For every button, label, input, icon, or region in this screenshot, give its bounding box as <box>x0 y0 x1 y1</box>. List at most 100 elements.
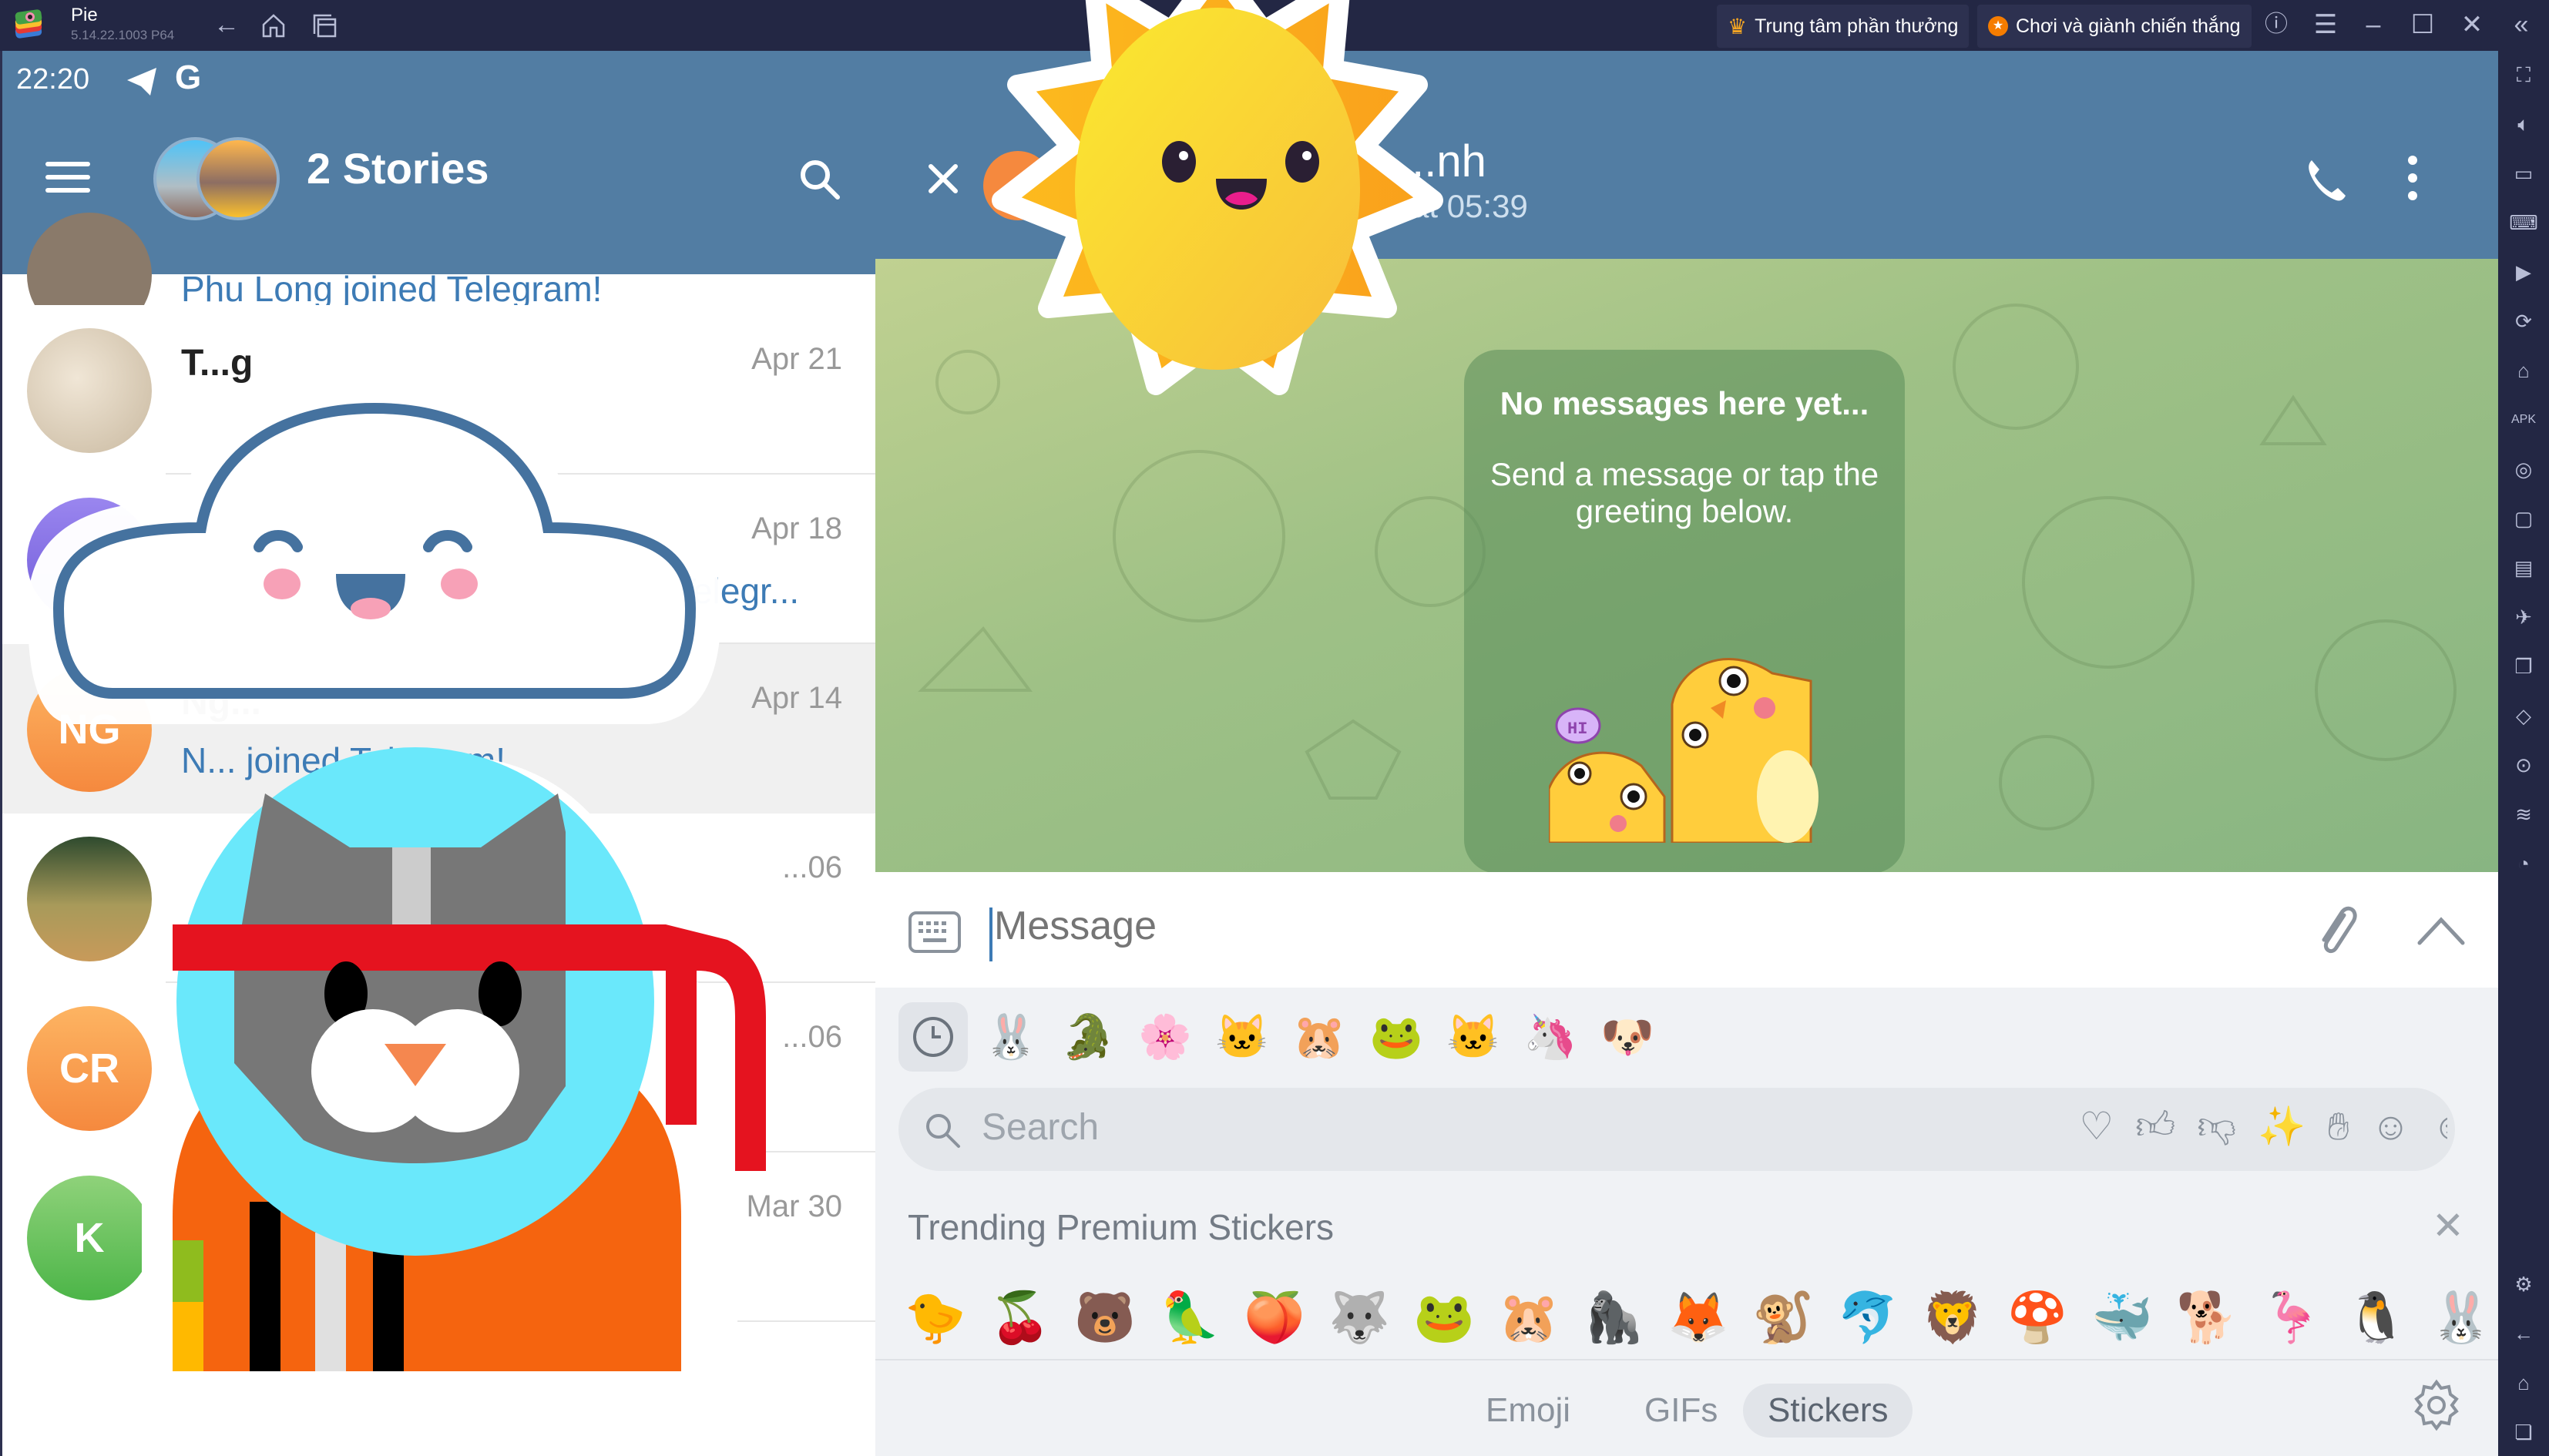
sticker-category-icons: ♡ 👍︎ 👎︎ ✨ ✋︎ ☺ ☺ <box>2079 1103 2447 1149</box>
trending-sticker[interactable]: 🐻 <box>1068 1280 1142 1354</box>
minimize-icon[interactable]: – <box>2356 9 2390 40</box>
chat-last-message: Phu Long joined Telegram! <box>181 269 603 309</box>
trending-sticker[interactable]: 🍑 <box>1238 1280 1311 1354</box>
layers-icon[interactable]: ≋ <box>2507 798 2540 830</box>
trending-sticker[interactable]: 🦁 <box>1916 1280 1990 1354</box>
trending-sticker[interactable]: 🐬 <box>1831 1280 1905 1354</box>
sticker-pack-icon[interactable]: 🐰 <box>977 1003 1045 1071</box>
sticker-search-placeholder: Search <box>982 1107 1100 1148</box>
chevron-up-icon[interactable] <box>2416 915 2466 946</box>
menu-button[interactable] <box>45 162 90 193</box>
trending-sticker[interactable]: 🐧 <box>2339 1280 2413 1354</box>
avatar <box>27 837 152 961</box>
greeting-sticker[interactable]: HI <box>1549 635 1819 843</box>
recent-apps-icon[interactable]: ❏ <box>2507 1416 2540 1448</box>
rotate-icon[interactable]: ⟳ <box>2507 305 2540 337</box>
crown-icon: ♛ <box>1728 14 1748 39</box>
fullscreen-icon[interactable]: ⛶ <box>2507 59 2540 91</box>
chat-date: Apr 21 <box>751 342 842 376</box>
sticker-pack-icon[interactable]: 🐹 <box>1285 1003 1353 1071</box>
search-icon[interactable] <box>796 156 842 202</box>
trending-sticker[interactable]: 🐺 <box>1322 1280 1396 1354</box>
sticker-pack-icon[interactable]: 🐶 <box>1594 1003 1661 1071</box>
airplane-mode-icon[interactable]: ✈ <box>2507 601 2540 633</box>
sticker-search-box[interactable]: Search ♡ 👍︎ 👎︎ ✨ ✋︎ ☺ ☺ <box>898 1088 2455 1171</box>
apk-install-icon[interactable]: APK <box>2507 404 2540 436</box>
screen-record-icon[interactable]: ▢ <box>2507 502 2540 535</box>
sticker-pack-icon[interactable]: 🐊 <box>1054 1003 1122 1071</box>
volume-icon[interactable]: 🔈︎ <box>2507 108 2540 140</box>
heart-icon[interactable]: ♡ <box>2079 1104 2114 1149</box>
trending-sticker[interactable]: 🦍 <box>1577 1280 1651 1354</box>
menu-icon[interactable]: ☰ <box>2309 9 2342 40</box>
empty-chat-subtitle: Send a message or tap the greeting below… <box>1489 456 1879 529</box>
play-and-win-button[interactable]: ★ Chơi và giành chiến thắng <box>1977 5 2252 48</box>
performance-icon[interactable]: ◔ <box>2507 847 2540 880</box>
trending-sticker[interactable]: 🦜 <box>1153 1280 1227 1354</box>
trending-sticker[interactable]: 🐹 <box>1492 1280 1566 1354</box>
chat-name: T...g <box>181 343 254 384</box>
home-icon[interactable]: ⌂ <box>2507 1367 2540 1399</box>
more-categories-icon[interactable]: ☺ <box>2432 1104 2447 1149</box>
sticker-pack-icon[interactable]: 🦄 <box>1516 1003 1584 1071</box>
tab-stickers[interactable]: Stickers <box>1743 1384 1913 1438</box>
text-caret <box>989 907 992 961</box>
rewards-label: Trung tâm phần thưởng <box>1755 15 1959 37</box>
help-icon[interactable]: ⓘ <box>2259 9 2293 40</box>
keyboard-icon[interactable] <box>908 911 962 954</box>
sticker-pack-icon[interactable]: 🐱 <box>1208 1003 1276 1071</box>
trending-sticker[interactable]: 🐰 <box>2424 1280 2498 1354</box>
trending-sticker[interactable]: 🐤 <box>898 1280 972 1354</box>
settings-icon[interactable]: ⚙ <box>2507 1268 2540 1300</box>
back-icon[interactable]: ← <box>210 9 243 40</box>
sticker-pack-icon[interactable]: 🐱 <box>1439 1003 1507 1071</box>
shake-icon[interactable]: ◇ <box>2507 699 2540 732</box>
sticker-pack-icon[interactable]: 🌸 <box>1131 1003 1199 1071</box>
bluestacks-logo-icon <box>15 9 42 39</box>
location-icon[interactable]: ⊙ <box>2507 749 2540 781</box>
trending-sticker[interactable]: 🦊 <box>1661 1280 1735 1354</box>
trending-sticker[interactable]: 🦩 <box>2255 1280 2329 1354</box>
keyboard-icon[interactable]: ⌨ <box>2507 206 2540 239</box>
trending-sticker[interactable]: 🐳 <box>2085 1280 2159 1354</box>
gamepad-icon[interactable]: ⌂ <box>2507 354 2540 387</box>
attach-icon[interactable] <box>2309 900 2363 961</box>
trending-sticker[interactable]: 🐸 <box>1407 1280 1481 1354</box>
smile-icon[interactable]: ☺ <box>2371 1104 2410 1149</box>
screen-cast-icon[interactable]: ▭ <box>2507 157 2540 190</box>
more-options-icon[interactable] <box>2401 151 2424 205</box>
thumbs-up-icon[interactable]: 👍︎ <box>2135 1103 2175 1149</box>
sticker-settings-icon[interactable] <box>2409 1377 2464 1433</box>
collapse-sidebar-icon[interactable]: « <box>2504 9 2538 40</box>
thumbs-down-icon[interactable]: 👎︎ <box>2197 1103 2236 1149</box>
story-avatar[interactable] <box>196 137 280 220</box>
maximize-icon[interactable]: ☐ <box>2406 9 2440 40</box>
chat-date: Apr 14 <box>751 681 842 715</box>
media-folder-icon[interactable]: ▤ <box>2507 552 2540 584</box>
rewards-center-button[interactable]: ♛ Trung tâm phần thưởng <box>1717 5 1970 48</box>
party-icon[interactable]: ✨ <box>2258 1104 2306 1149</box>
phone-icon[interactable] <box>2301 156 2350 205</box>
dismiss-trending-icon[interactable]: ✕ <box>2432 1203 2464 1248</box>
tab-gifs[interactable]: GIFs <box>1620 1384 1742 1438</box>
sun-sticker-overlay <box>992 0 1443 395</box>
wave-icon[interactable]: ✋︎ <box>2327 1104 2349 1149</box>
macro-icon[interactable]: ▶ <box>2507 256 2540 288</box>
trending-sticker[interactable]: 🍄 <box>2000 1280 2074 1354</box>
message-input[interactable] <box>994 903 2150 949</box>
trending-sticker[interactable]: 🐕 <box>2170 1280 2244 1354</box>
multi-instance-icon[interactable]: ❐ <box>2507 650 2540 683</box>
recent-tab[interactable] <box>898 1002 968 1072</box>
tab-emoji[interactable]: Emoji <box>1461 1384 1595 1438</box>
search-icon <box>926 1114 960 1148</box>
trending-sticker[interactable]: 🐒 <box>1746 1280 1820 1354</box>
trending-sticker[interactable]: 🍒 <box>983 1280 1057 1354</box>
close-chat-icon[interactable] <box>920 156 966 202</box>
screenshot-icon[interactable]: ◎ <box>2507 453 2540 485</box>
recent-apps-icon[interactable] <box>311 12 338 39</box>
sticker-pack-icon[interactable]: 🐸 <box>1362 1003 1430 1071</box>
stories-title[interactable]: 2 Stories <box>307 143 489 193</box>
back-icon[interactable]: ← <box>2507 1317 2540 1350</box>
home-icon[interactable] <box>260 12 287 39</box>
close-icon[interactable]: ✕ <box>2455 9 2489 40</box>
